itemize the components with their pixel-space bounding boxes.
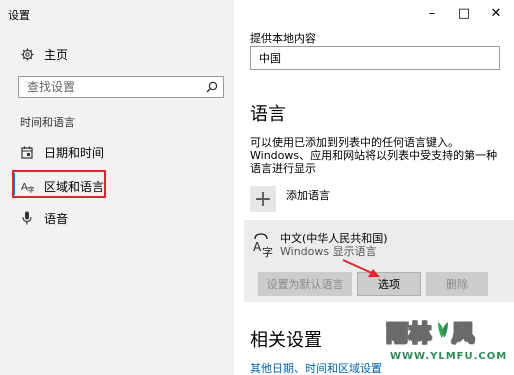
language-description: 可以使用已添加到列表中的任何语言键入。Windows、应用和网站将以列表中受支持… xyxy=(250,136,498,175)
sidebar-home-label: 主页 xyxy=(44,47,69,62)
svg-text:雨林: 雨林 xyxy=(386,322,432,347)
country-select[interactable]: 中国 xyxy=(250,46,500,70)
close-button[interactable]: ✕ xyxy=(489,6,503,21)
sidebar-item-region-language[interactable]: A 字 区域和语言 xyxy=(20,177,105,195)
svg-text:风: 风 xyxy=(452,322,475,347)
minimize-button[interactable]: – xyxy=(425,6,439,21)
plus-icon: + xyxy=(250,186,276,212)
calendar-icon xyxy=(20,145,34,159)
delete-button[interactable]: 删除 xyxy=(426,272,488,296)
watermark: 雨林 风 WWW.YLMFU.COM xyxy=(386,318,508,370)
add-language-label: 添加语言 xyxy=(286,189,330,202)
related-settings-link[interactable]: 其他日期、时间和区域设置 xyxy=(250,360,382,375)
search-box[interactable] xyxy=(18,76,224,98)
country-label: 提供本地内容 xyxy=(250,32,316,45)
region-language-icon: A 字 xyxy=(20,179,34,193)
svg-text:A: A xyxy=(253,240,262,254)
language-heading: 语言 xyxy=(250,104,286,125)
microphone-icon xyxy=(20,211,34,225)
sidebar-item-label: 日期和时间 xyxy=(44,145,105,160)
add-language-button[interactable]: + 添加语言 xyxy=(250,186,330,212)
sidebar-item-date-time[interactable]: 日期和时间 xyxy=(20,143,104,161)
sidebar: 设置 主页 时间和语言 xyxy=(0,0,234,375)
window-title: 设置 xyxy=(8,9,30,22)
gear-icon xyxy=(20,47,34,61)
watermark-url: WWW.YLMFU.COM xyxy=(390,351,508,362)
set-default-language-button[interactable]: 设置为默认语言 xyxy=(258,272,352,296)
svg-text:字: 字 xyxy=(262,245,273,258)
svg-text:字: 字 xyxy=(27,185,34,193)
search-icon[interactable] xyxy=(201,77,223,97)
sidebar-item-label: 区域和语言 xyxy=(44,179,105,194)
language-glyph-icon: A 字 xyxy=(252,232,276,259)
annotation-arrow xyxy=(342,259,380,277)
section-label-time-language: 时间和语言 xyxy=(20,116,75,129)
sidebar-item-home[interactable]: 主页 xyxy=(20,46,68,62)
sidebar-item-speech[interactable]: 语音 xyxy=(20,209,68,227)
related-settings-heading: 相关设置 xyxy=(250,330,322,351)
watermark-logo: 雨林 风 xyxy=(386,322,475,348)
maximize-button[interactable]: □ xyxy=(457,6,471,21)
watermark-brand: 雨林 风 xyxy=(386,318,508,348)
sidebar-item-label: 语音 xyxy=(44,211,69,226)
search-input[interactable] xyxy=(19,77,201,97)
language-subtitle: Windows 显示语言 xyxy=(280,245,377,258)
country-value: 中国 xyxy=(259,52,281,65)
